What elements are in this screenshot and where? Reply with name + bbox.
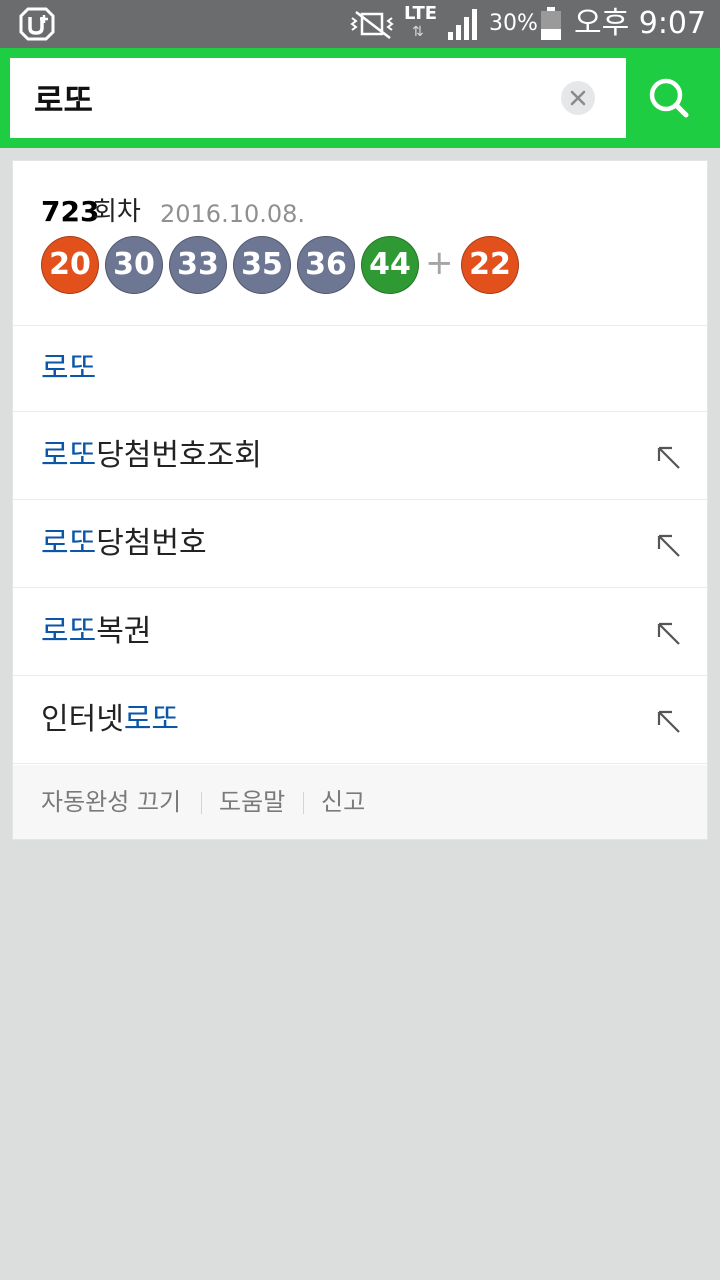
suggestion-item[interactable]: 로또복권 [13,588,707,676]
autocomplete-footer: 자동완성 끄기 도움말 신고 [13,765,707,839]
search-bar [0,48,720,148]
signal-icon [448,9,477,40]
fill-query-arrow-icon[interactable] [655,620,683,648]
fill-query-arrow-icon[interactable] [655,708,683,736]
footer-divider [303,792,304,814]
lotto-bonus-ball: 22 [461,236,519,294]
close-icon [570,90,586,106]
footer-divider [201,792,202,814]
autocomplete-off-link[interactable]: 자동완성 끄기 [41,765,181,839]
suggestion-text: 로또복권 [41,614,152,649]
suggestion-text: 로또당첨번호 [41,526,207,561]
search-icon [649,78,689,118]
help-link[interactable]: 도움말 [219,765,285,839]
suggestion-text: 로또 [41,351,97,386]
search-box [10,58,626,138]
lotto-draw-date: 2016.10.08. [160,200,306,228]
clear-search-button[interactable] [561,81,595,115]
autocomplete-panel: 723 회차 2016.10.08. 20 30 33 35 36 44 + 2… [12,160,708,840]
vibrate-icon [350,11,394,39]
fill-query-arrow-icon[interactable] [655,444,683,472]
suggestion-item[interactable]: 인터넷로또 [13,676,707,764]
search-input[interactable] [34,72,554,124]
clock: 오후 9:07 [574,6,707,41]
battery-percentage: 30% [489,11,538,36]
status-bar: LTE ⇅ 30% 오후 9:07 [0,0,720,48]
report-link[interactable]: 신고 [321,765,365,839]
lotto-round-label: 회차 [93,197,141,227]
lotto-round-number: 723 [41,195,100,228]
lotto-ball: 30 [105,236,163,294]
network-activity-icon: ⇅ [412,24,424,40]
suggestion-text: 로또당첨번호조회 [41,438,262,473]
lotto-result-card[interactable]: 723 회차 2016.10.08. 20 30 33 35 36 44 + 2… [13,161,707,326]
lotto-ball: 20 [41,236,99,294]
suggestion-text: 인터넷로또 [41,702,180,737]
lotto-ball: 36 [297,236,355,294]
fill-query-arrow-icon[interactable] [655,532,683,560]
suggestion-item[interactable]: 로또당첨번호 [13,500,707,588]
network-type: LTE [404,3,438,24]
search-button[interactable] [628,58,710,138]
app-logo-icon [19,7,55,41]
suggestion-item[interactable]: 로또당첨번호조회 [13,412,707,500]
lotto-ball: 44 [361,236,419,294]
lotto-ball: 35 [233,236,291,294]
bonus-plus-sign: + [425,243,454,283]
suggestion-item[interactable]: 로또 [13,326,707,412]
lotto-ball: 33 [169,236,227,294]
battery-icon [541,7,561,40]
